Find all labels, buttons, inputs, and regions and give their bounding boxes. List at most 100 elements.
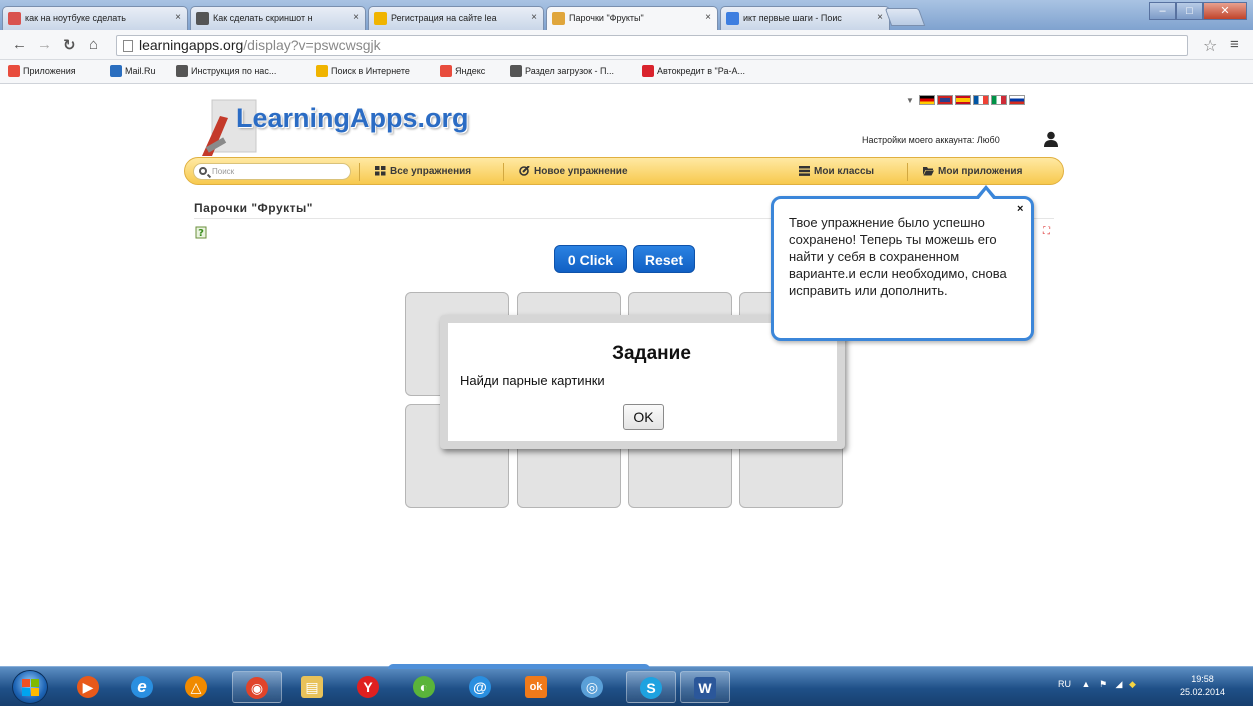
taskbar-chrome[interactable]: ◉	[232, 671, 282, 703]
taskbar-yandex[interactable]: Y	[344, 671, 394, 703]
yandex-icon: Y	[357, 676, 379, 698]
forward-arrow-icon[interactable]: →	[37, 36, 52, 53]
flag-ru-icon[interactable]	[1008, 95, 1025, 105]
clock-time: 19:58	[1191, 674, 1214, 684]
folder-open-icon	[923, 167, 934, 176]
clock-date: 25.02.2014	[1180, 687, 1226, 697]
tab-favicon-icon	[552, 12, 565, 25]
tab-title: как на ноутбуке сделать	[25, 13, 126, 23]
dialog-text: Найди парные картинки	[460, 373, 605, 388]
browser-tab-5[interactable]: икт первые шаги - Поис ×	[720, 6, 890, 30]
home-icon[interactable]: ⌂	[89, 36, 98, 53]
notification-text: Твое упражнение было успешно сохранено! …	[789, 215, 1007, 298]
close-window-button[interactable]: ✕	[1203, 2, 1247, 20]
signal-icon[interactable]: ◢	[1116, 679, 1123, 689]
bookmark-instruction[interactable]: Инструкция по нас...	[176, 65, 276, 77]
bookmark-label: Автокредит в "Ра-А...	[657, 66, 745, 76]
nav-label: Новое упражнение	[534, 166, 628, 177]
chevron-down-icon[interactable]: ▼	[906, 96, 914, 105]
nav-label: Все упражнения	[390, 166, 472, 177]
address-bar[interactable]: learningapps.org/display?v=pswcwsgjk	[116, 35, 1188, 56]
menu-icon[interactable]: ≡	[1230, 36, 1239, 53]
new-tab-button[interactable]	[884, 8, 926, 26]
language-indicator[interactable]: RU	[1058, 679, 1071, 689]
browser-tab-3[interactable]: Регистрация на сайте lea ×	[368, 6, 544, 30]
taskbar-winamp[interactable]: ◐	[400, 671, 450, 703]
account-settings-link[interactable]: Настройки моего аккаунта: Люб0	[862, 135, 1000, 145]
browser-toolbar: ← → ↻ ⌂ learningapps.org/display?v=pswcw…	[0, 30, 1253, 60]
browser-tab-1[interactable]: как на ноутбуке сделать ×	[2, 6, 188, 30]
svg-text:?: ?	[198, 228, 204, 239]
browser-tab-2[interactable]: Как сделать скриншот н ×	[190, 6, 366, 30]
reset-button[interactable]: Reset	[633, 245, 695, 273]
browser-tab-active[interactable]: Парочки "Фрукты" ×	[546, 6, 718, 31]
taskbar-media-player[interactable]: ▶	[64, 671, 114, 703]
windows-logo-icon	[31, 688, 39, 696]
back-arrow-icon[interactable]: ←	[12, 36, 27, 53]
taskbar-avast[interactable]: △	[172, 671, 222, 703]
fullscreen-icon[interactable]: ⛶	[1043, 226, 1050, 237]
nav-label: Мои приложения	[938, 166, 1023, 177]
nav-my-apps[interactable]: Мои приложения	[923, 166, 1022, 177]
folder-icon: ▤	[301, 676, 323, 698]
tab-close-icon[interactable]: ×	[353, 12, 359, 23]
tab-favicon-icon	[726, 12, 739, 25]
windows-logo-icon	[22, 688, 30, 696]
page-icon	[176, 65, 188, 77]
flag-de-icon[interactable]	[918, 95, 935, 105]
page-icon	[510, 65, 522, 77]
bookmark-downloads[interactable]: Раздел загрузок - П...	[510, 65, 614, 77]
nav-all-exercises[interactable]: Все упражнения	[375, 166, 471, 177]
help-icon[interactable]: ?	[195, 225, 209, 239]
bookmark-star-icon[interactable]: ☆	[1203, 36, 1217, 56]
nav-divider	[907, 163, 908, 181]
tab-close-icon[interactable]: ×	[531, 12, 537, 23]
apps-grid-icon	[8, 65, 20, 77]
bookmark-yandex[interactable]: Яндекс	[440, 65, 486, 77]
taskbar-explorer[interactable]: ▤	[288, 671, 338, 703]
tray-expand-icon[interactable]: ▲	[1082, 679, 1091, 689]
taskbar-mail-agent[interactable]: @	[456, 671, 506, 703]
bookmark-label: Яндекс	[455, 66, 486, 76]
skype-icon: S	[640, 677, 662, 699]
maximize-button[interactable]: □	[1176, 2, 1203, 20]
windows-taskbar: ▶ e △ ◉ ▤ Y ◐ @ ok ◎ S W RU ▲ ⚑ ◢ ◆ 19:5…	[0, 664, 1253, 706]
flag-it-icon[interactable]	[990, 95, 1007, 105]
bookmark-label: Приложения	[23, 66, 76, 76]
taskbar-network[interactable]: ◎	[568, 671, 618, 703]
nav-my-classes[interactable]: Мои классы	[799, 166, 874, 177]
bookmark-search[interactable]: Поиск в Интернете	[316, 65, 410, 77]
reload-icon[interactable]: ↻	[63, 36, 76, 54]
start-button[interactable]	[12, 670, 48, 704]
click-counter-button[interactable]: 0 Click	[554, 245, 627, 273]
site-logo[interactable]: LearningApps.org	[236, 103, 469, 134]
language-selector[interactable]: ▼	[906, 95, 1025, 105]
flag-es-icon[interactable]	[954, 95, 971, 105]
taskbar-odnoklassniki[interactable]: ok	[512, 671, 562, 703]
site-search-input[interactable]: Поиск	[193, 163, 351, 180]
window-controls: – □ ✕	[1149, 2, 1247, 20]
system-clock[interactable]: 19:58 25.02.2014	[1180, 673, 1225, 699]
taskbar-internet-explorer[interactable]: e	[118, 671, 168, 703]
odnoklassniki-icon: ok	[525, 676, 547, 698]
user-icon[interactable]	[1044, 131, 1058, 147]
nav-new-exercise[interactable]: Новое упражнение	[519, 166, 628, 177]
tab-close-icon[interactable]: ×	[705, 12, 711, 23]
bookmark-mailru[interactable]: Mail.Ru	[110, 65, 156, 77]
dialog-title: Задание	[612, 343, 691, 364]
ok-button[interactable]: OK	[623, 404, 664, 430]
taskbar-skype[interactable]: S	[626, 671, 676, 703]
windows-logo-icon	[31, 679, 39, 687]
bookmark-apps[interactable]: Приложения	[8, 65, 76, 77]
bookmark-autocredit[interactable]: Автокредит в "Ра-А...	[642, 65, 745, 77]
flag-gb-icon[interactable]	[936, 95, 953, 105]
taskbar-word[interactable]: W	[680, 671, 730, 703]
volume-icon[interactable]: ◆	[1129, 679, 1136, 689]
flag-fr-icon[interactable]	[972, 95, 989, 105]
tab-close-icon[interactable]: ×	[175, 12, 181, 23]
minimize-button[interactable]: –	[1149, 2, 1176, 20]
tab-close-icon[interactable]: ×	[877, 12, 883, 23]
flag-icon[interactable]: ⚑	[1099, 679, 1107, 689]
browser-tab-bar: как на ноутбуке сделать × Как сделать ск…	[0, 0, 1253, 31]
windows-logo-icon	[22, 679, 30, 687]
